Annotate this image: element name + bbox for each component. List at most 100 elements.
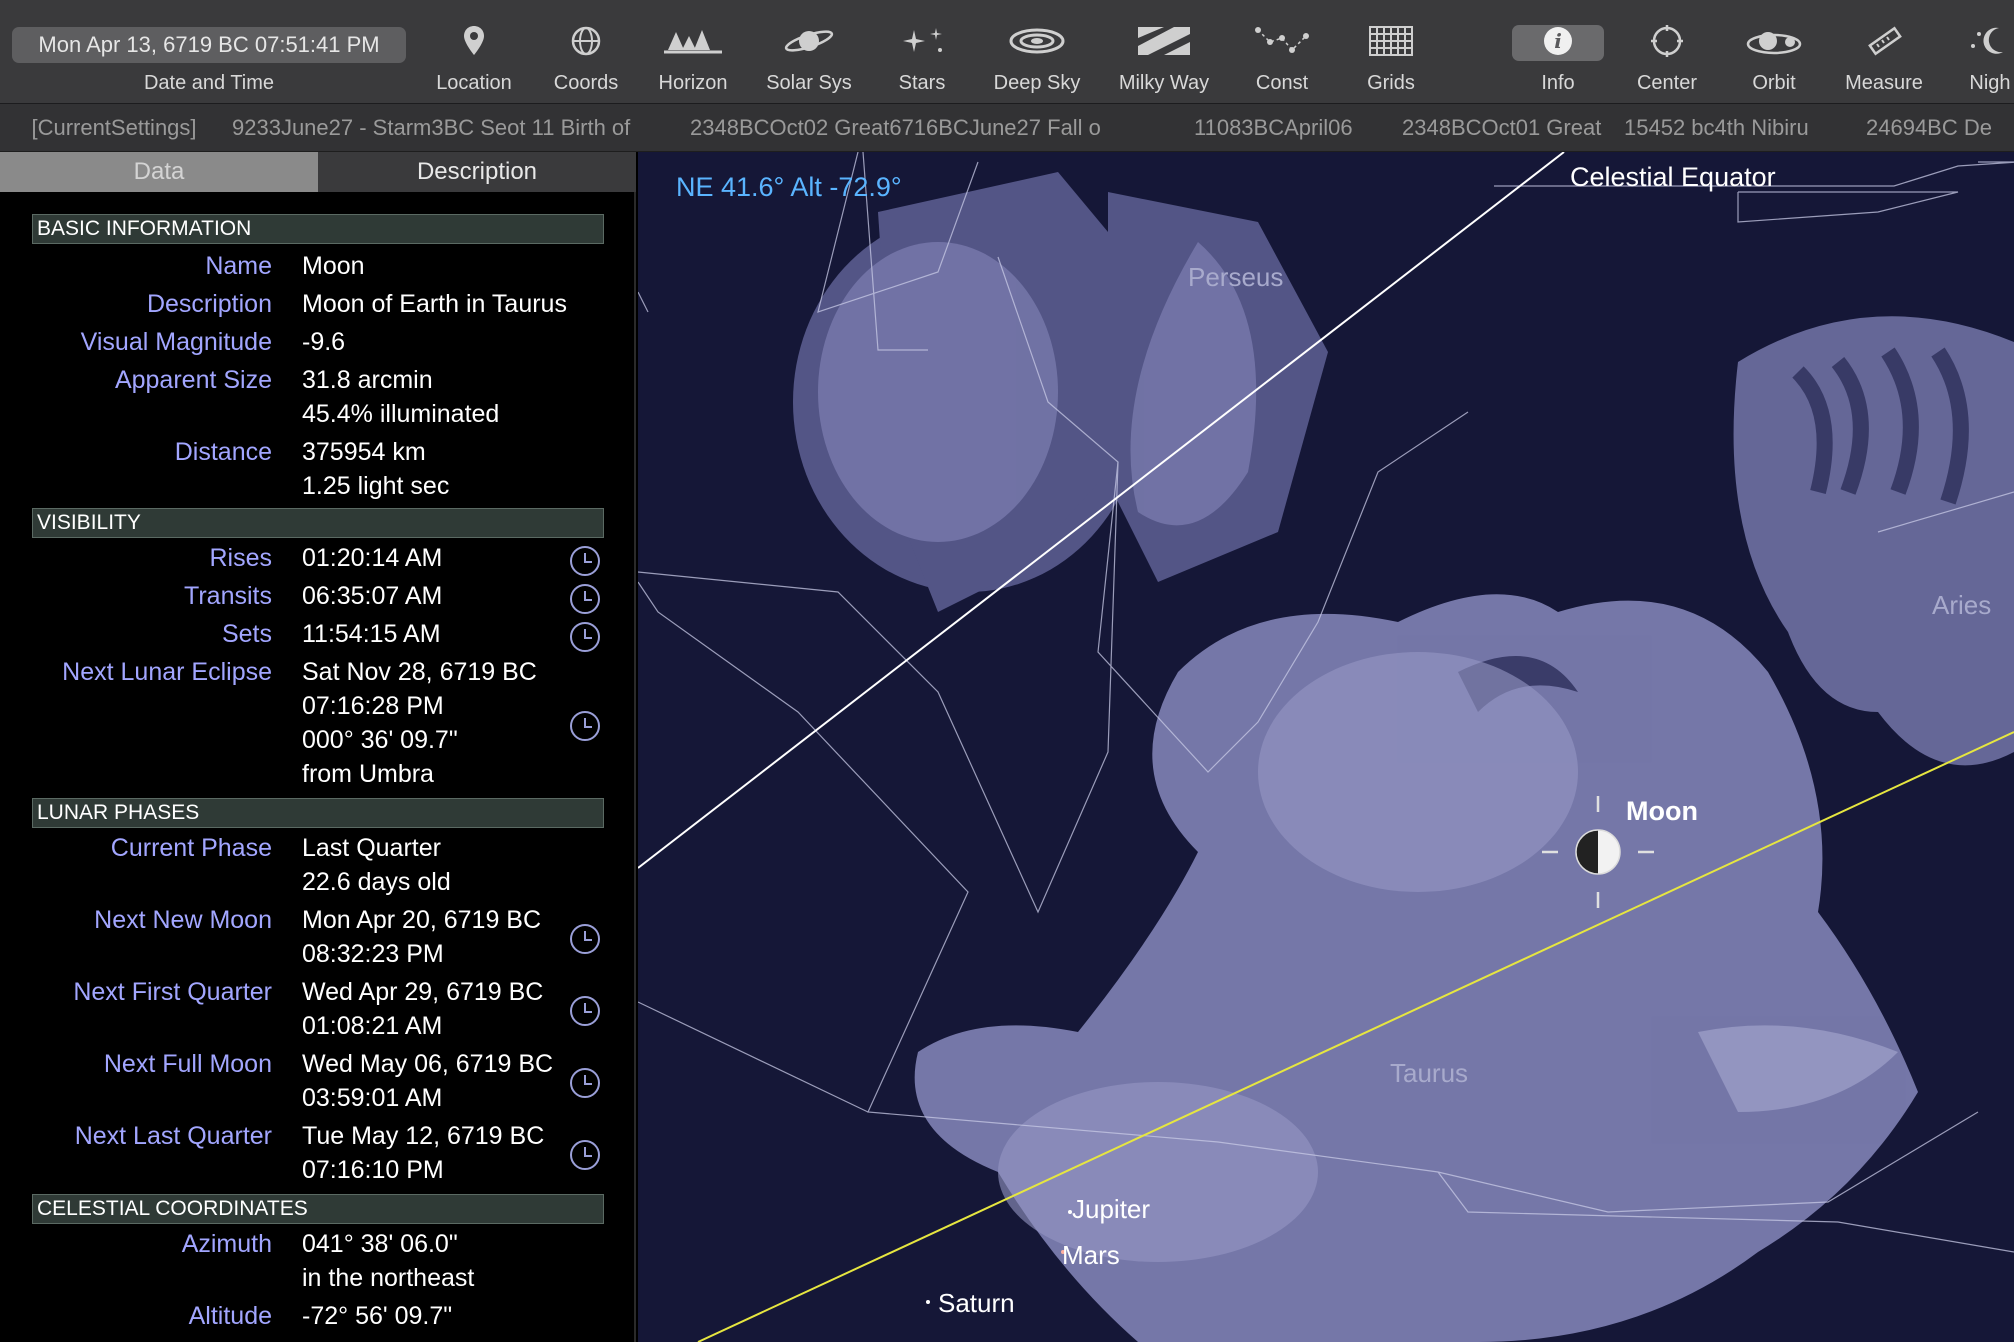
current-settings-button[interactable]: [CurrentSettings]: [0, 104, 228, 151]
next-last-quarter-time: 07:16:10 PM: [302, 1156, 444, 1184]
rises-label: Rises: [209, 544, 272, 572]
section-visibility[interactable]: VISIBILITY: [32, 508, 604, 538]
distance-label: Distance: [174, 438, 272, 466]
saturn-dot: [926, 1300, 930, 1304]
name-label: Name: [205, 252, 272, 280]
distance-ls-value: 1.25 light sec: [302, 472, 450, 500]
description-value: Moon of Earth in Taurus: [302, 290, 567, 318]
location-button[interactable]: Location: [409, 18, 539, 100]
section-lunar-phases[interactable]: LUNAR PHASES: [32, 798, 604, 828]
horizon-label: Horizon: [658, 72, 728, 94]
location-pin-icon: [464, 26, 484, 55]
tab-data[interactable]: Data: [0, 152, 318, 192]
tab-description[interactable]: Description: [318, 152, 636, 192]
grid-icon: [1369, 26, 1413, 56]
sky-view[interactable]: NE 41.6° Alt -72.9° Celestial Equator Pe…: [638, 152, 2014, 1342]
full-moon-clock-icon[interactable]: [570, 1068, 600, 1098]
rises-value: 01:20:14 AM: [302, 544, 443, 572]
altitude-label: Altitude: [188, 1302, 272, 1330]
settings-item[interactable]: 15452 bc4th Nibiru: [1624, 104, 1864, 151]
constellation-label-taurus[interactable]: Taurus: [1390, 1058, 1468, 1089]
next-new-moon-date: Mon Apr 20, 6719 BC: [302, 906, 542, 934]
date-time-label: Date and Time: [143, 72, 275, 94]
azimuth-value: 041° 38' 06.0": [302, 1230, 458, 1258]
planet-label-saturn[interactable]: Saturn: [938, 1288, 1015, 1319]
transits-value: 06:35:07 AM: [302, 582, 443, 610]
eclipse-separation-value: 000° 36' 09.7": [302, 726, 458, 754]
eclipse-date-value: Sat Nov 28, 6719 BC: [302, 658, 537, 686]
section-celestial-coordinates[interactable]: CELESTIAL COORDINATES: [32, 1194, 604, 1224]
next-full-moon-label: Next Full Moon: [103, 1050, 272, 1078]
moon-age-value: 22.6 days old: [302, 868, 451, 896]
settings-item[interactable]: 24694BC De: [1866, 104, 2014, 151]
description-label: Description: [146, 290, 272, 318]
sky-chart: [638, 152, 2014, 1342]
stars-icon: [903, 28, 942, 52]
rises-clock-icon[interactable]: [570, 546, 600, 576]
milky-way-icon: [1138, 27, 1190, 55]
section-basic-information[interactable]: BASIC INFORMATION: [32, 214, 604, 244]
toolbar: Mon Apr 13, 6719 BC 07:51:41 PM Date and…: [0, 0, 2014, 104]
deep-sky-label: Deep Sky: [993, 72, 1081, 94]
transits-clock-icon[interactable]: [570, 584, 600, 614]
grids-button[interactable]: Grids: [1326, 18, 1456, 100]
magnitude-label: Visual Magnitude: [80, 328, 272, 356]
horizon-button[interactable]: Horizon: [628, 18, 758, 100]
next-last-quarter-date: Tue May 12, 6719 BC: [302, 1122, 545, 1150]
constellation-icon: [1255, 27, 1309, 53]
next-first-quarter-date: Wed Apr 29, 6719 BC: [302, 978, 544, 1006]
first-quarter-clock-icon[interactable]: [570, 996, 600, 1026]
planet-label-mars[interactable]: Mars: [1062, 1240, 1120, 1271]
magnitude-value: -9.6: [302, 328, 346, 356]
location-label: Location: [436, 72, 512, 94]
apparent-size-value: 31.8 arcmin: [302, 366, 433, 394]
settings-strip: [CurrentSettings] 9233June27 - Starm3BC …: [0, 104, 2014, 152]
next-new-moon-label: Next New Moon: [94, 906, 272, 934]
stars-label: Stars: [898, 72, 946, 94]
settings-item[interactable]: 2348BCOct02 Great6716BCJune27 Fall o: [690, 104, 1170, 151]
planet-label-jupiter[interactable]: Jupiter: [1072, 1194, 1150, 1225]
horizon-icon: [664, 30, 722, 54]
eclipse-clock-icon[interactable]: [570, 711, 600, 741]
milky-way-button[interactable]: Milky Way: [1099, 18, 1229, 100]
milky-way-label: Milky Way: [1118, 72, 1210, 94]
svg-text:i: i: [1554, 29, 1562, 53]
night-button[interactable]: Nigh: [1925, 18, 2014, 100]
azimuth-direction: in the northeast: [302, 1264, 475, 1292]
solar-sys-label: Solar Sys: [766, 72, 852, 94]
illuminated-value: 45.4% illuminated: [302, 400, 500, 428]
current-phase-label: Current Phase: [110, 834, 272, 862]
next-last-quarter-label: Next Last Quarter: [74, 1122, 272, 1150]
night-label: Nigh: [1969, 72, 2011, 94]
settings-item[interactable]: 2348BCOct01 Great: [1402, 104, 1622, 151]
orbit-icon: [1746, 32, 1802, 55]
constellation-label-aries[interactable]: Aries: [1932, 590, 1991, 621]
last-quarter-clock-icon[interactable]: [570, 1140, 600, 1170]
date-time-field[interactable]: Mon Apr 13, 6719 BC 07:51:41 PM: [12, 27, 406, 63]
sets-label: Sets: [221, 620, 272, 648]
name-value: Moon: [302, 252, 365, 280]
transits-label: Transits: [184, 582, 272, 610]
altitude-value: -72° 56' 09.7": [302, 1302, 453, 1330]
stars-button[interactable]: Stars: [857, 18, 987, 100]
ruler-icon: [1868, 26, 1902, 56]
next-full-moon-date: Wed May 06, 6719 BC: [302, 1050, 554, 1078]
settings-item[interactable]: 11083BCApril06: [1194, 104, 1394, 151]
next-first-quarter-time: 01:08:21 AM: [302, 1012, 443, 1040]
view-direction-readout: NE 41.6° Alt -72.9°: [676, 172, 902, 202]
solar-sys-button[interactable]: Solar Sys: [744, 18, 874, 100]
new-moon-clock-icon[interactable]: [570, 924, 600, 954]
moon-label[interactable]: Moon: [1626, 796, 1698, 827]
center-icon: [1651, 25, 1683, 57]
sets-clock-icon[interactable]: [570, 622, 600, 652]
distance-km-value: 375954 km: [302, 438, 426, 466]
constellation-label-perseus[interactable]: Perseus: [1188, 262, 1283, 293]
coords-icon: [571, 26, 601, 56]
galaxy-icon: [1009, 28, 1065, 54]
night-icon: [1971, 27, 2003, 54]
eclipse-from-value: from Umbra: [302, 760, 434, 788]
info-icon: i: [1544, 27, 1572, 55]
eclipse-time-value: 07:16:28 PM: [302, 692, 444, 720]
deep-sky-button[interactable]: Deep Sky: [972, 18, 1102, 100]
next-full-moon-time: 03:59:01 AM: [302, 1084, 443, 1112]
